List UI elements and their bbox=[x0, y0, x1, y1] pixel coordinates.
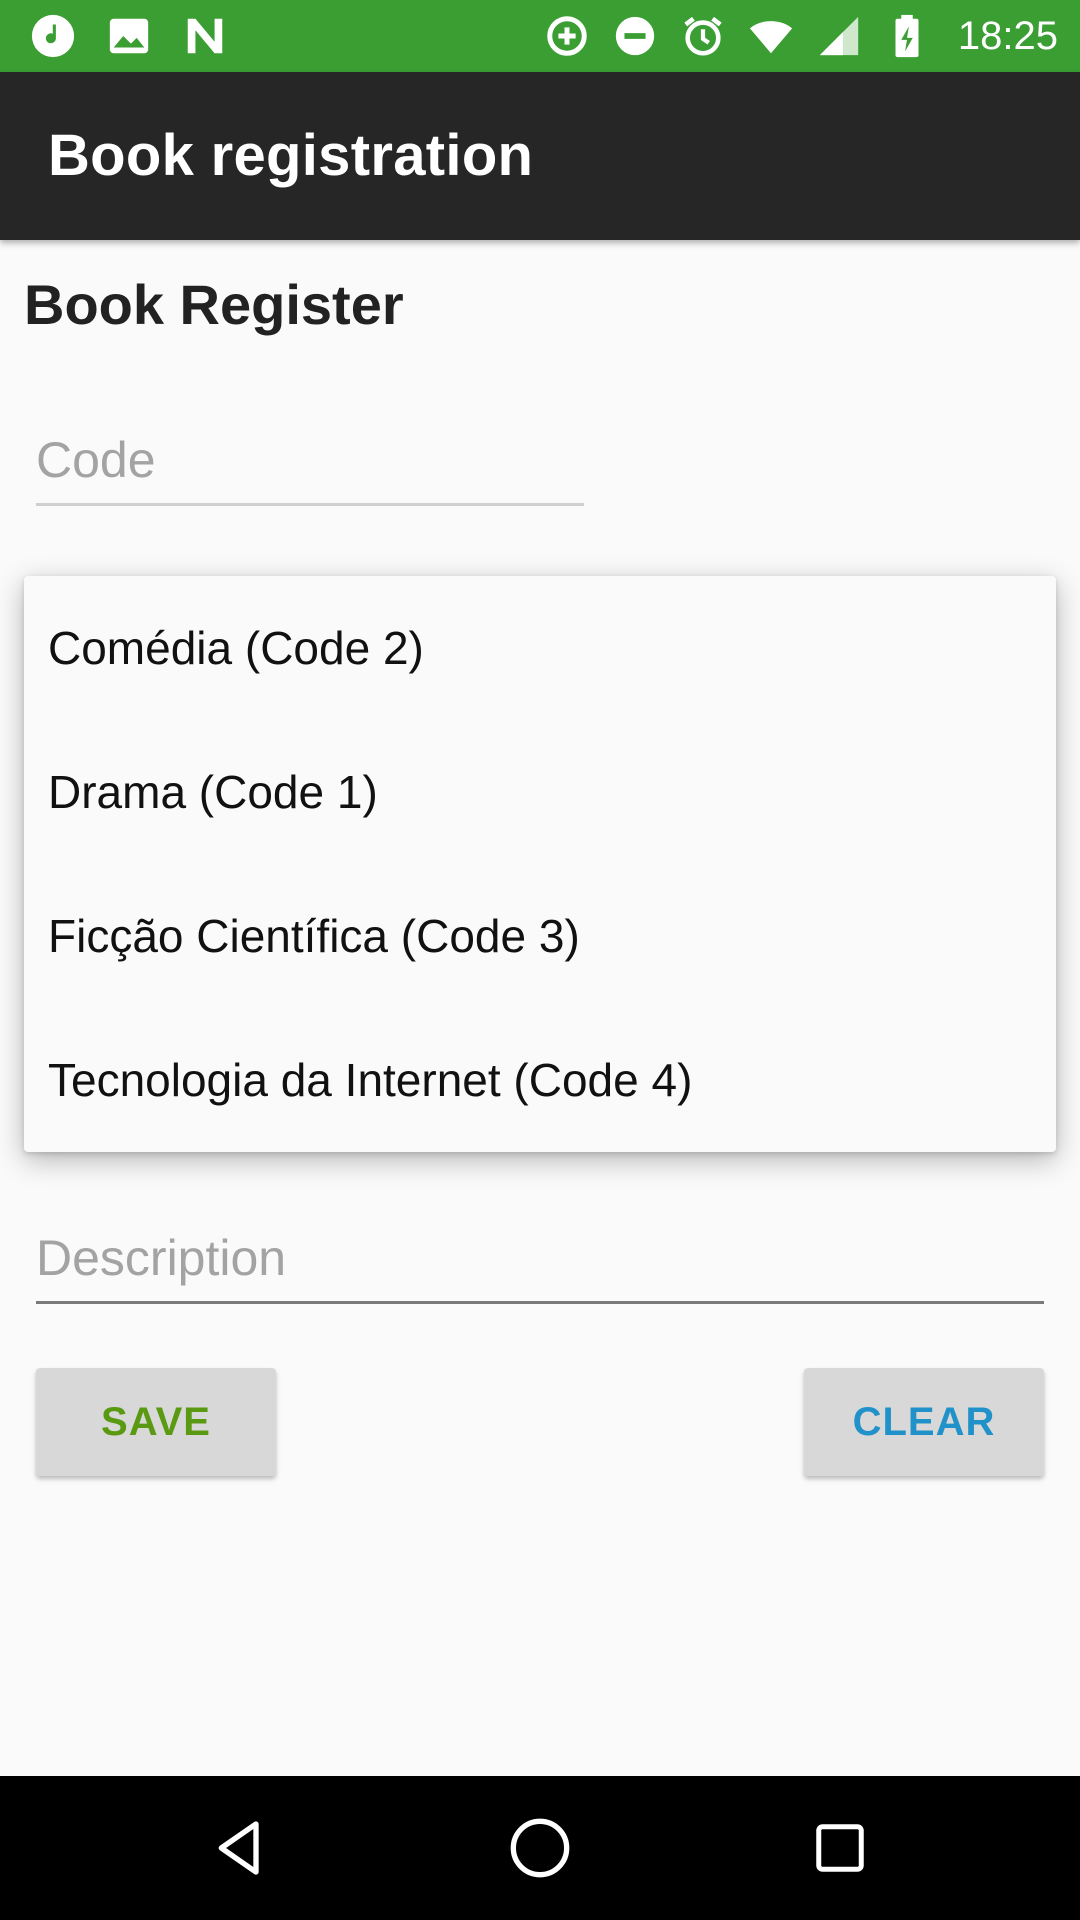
app-bar: Book registration bbox=[0, 72, 1080, 240]
status-left-icons bbox=[30, 0, 228, 72]
dropdown-option-drama[interactable]: Drama (Code 1) bbox=[24, 720, 1056, 864]
cellular-signal-icon bbox=[819, 16, 859, 56]
navigation-bar bbox=[0, 1776, 1080, 1920]
clear-button[interactable]: CLEAR bbox=[804, 1368, 1044, 1476]
recents-icon bbox=[816, 1824, 864, 1872]
alarm-icon bbox=[684, 16, 722, 56]
description-field[interactable] bbox=[36, 1218, 1044, 1304]
home-icon bbox=[510, 1818, 570, 1878]
description-input[interactable] bbox=[36, 1218, 1044, 1298]
status-right-icons: 18:25 bbox=[544, 0, 1058, 72]
recents-button[interactable] bbox=[800, 1808, 880, 1888]
n-logo-icon bbox=[187, 18, 223, 54]
page-heading: Book Register bbox=[24, 273, 404, 336]
data-saver-icon bbox=[547, 16, 587, 56]
dropdown-option-comedia[interactable]: Comédia (Code 2) bbox=[24, 576, 1056, 720]
battery-charging-icon bbox=[895, 14, 919, 58]
back-button[interactable] bbox=[200, 1808, 280, 1888]
wifi-icon bbox=[749, 21, 792, 54]
dropdown-option-ficcao-cientifica[interactable]: Ficção Científica (Code 3) bbox=[24, 864, 1056, 1008]
dropdown-option-tecnologia-internet[interactable]: Tecnologia da Internet (Code 4) bbox=[24, 1008, 1056, 1152]
image-icon bbox=[109, 18, 149, 54]
code-input[interactable] bbox=[36, 420, 584, 500]
save-button[interactable]: SAVE bbox=[36, 1368, 276, 1476]
home-button[interactable] bbox=[500, 1808, 580, 1888]
app-title: Book registration bbox=[48, 123, 534, 188]
do-not-disturb-icon bbox=[615, 16, 655, 56]
code-field[interactable] bbox=[36, 420, 584, 506]
back-icon bbox=[218, 1821, 259, 1875]
status-bar: 18:25 bbox=[0, 0, 1080, 72]
music-note-icon bbox=[31, 14, 75, 58]
status-time: 18:25 bbox=[957, 13, 1058, 58]
genre-dropdown-popup: Comédia (Code 2) Drama (Code 1) Ficção C… bbox=[24, 576, 1056, 1152]
